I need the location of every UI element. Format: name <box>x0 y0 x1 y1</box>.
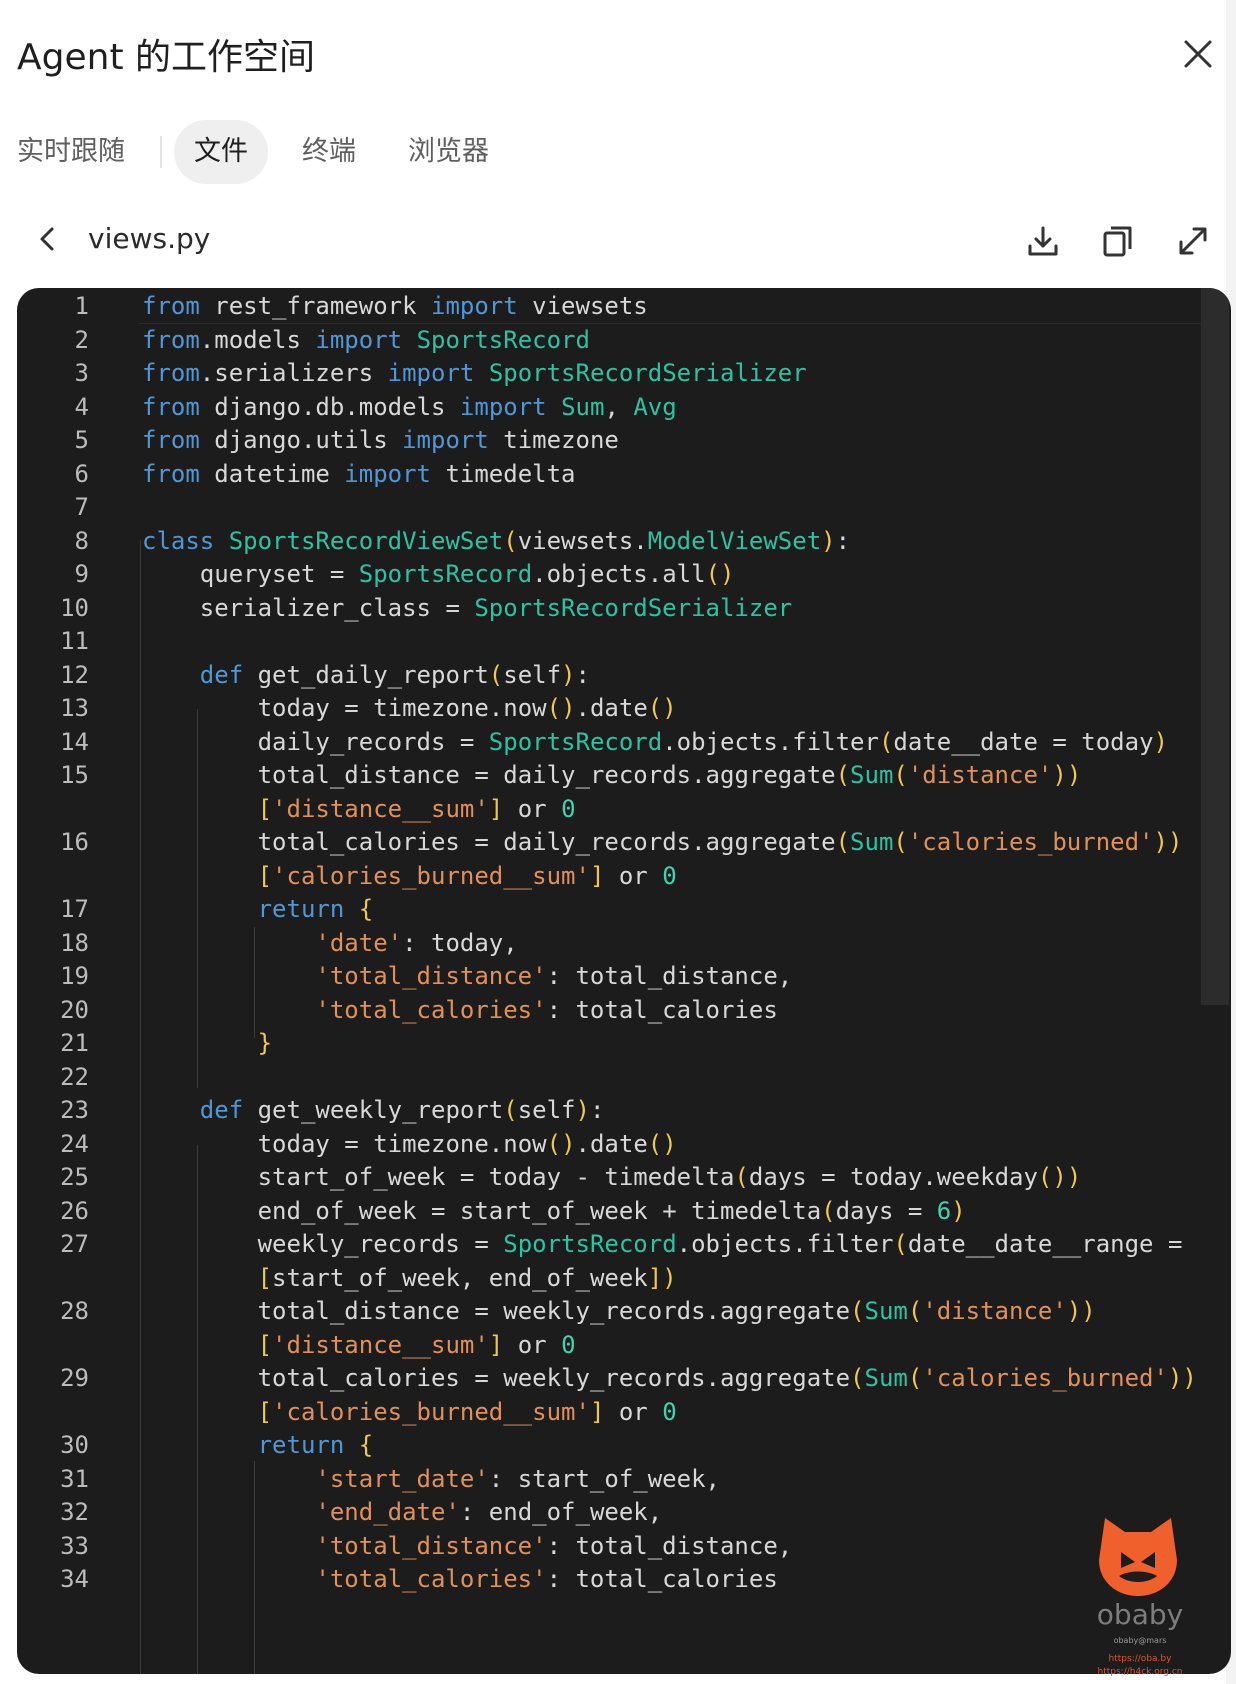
line-number: 26 <box>60 1196 89 1225</box>
line-number: 33 <box>60 1531 89 1560</box>
code-text: 'start_date': start_of_week, <box>315 1464 720 1493</box>
line-number: 22 <box>60 1062 89 1091</box>
code-text: start_of_week = today - timedelta(days =… <box>257 1163 1082 1191</box>
code-text: total_calories = daily_records.aggregate… <box>257 828 1183 856</box>
indent-guide <box>140 540 141 1674</box>
line-number: 19 <box>60 962 89 990</box>
line-number: 31 <box>60 1464 89 1493</box>
code-text: class SportsRecordViewSet(viewsets.Model… <box>142 526 851 555</box>
tab-files[interactable]: 文件 <box>174 120 268 184</box>
tab-divider <box>160 136 162 168</box>
line-number: 7 <box>74 493 89 521</box>
code-text: 'end_date': end_of_week, <box>315 1498 663 1526</box>
line-number: 21 <box>60 1029 89 1057</box>
copy-icon[interactable] <box>1099 222 1137 260</box>
line-number: 32 <box>60 1498 89 1526</box>
code-text: def get_daily_report(self): <box>199 660 590 689</box>
code-text: ['calories_burned__sum'] or 0 <box>257 861 677 890</box>
code-text: serializer_class = SportsRecordSerialize… <box>199 593 793 622</box>
code-text: return { <box>257 895 374 923</box>
code-text: } <box>257 1029 273 1057</box>
chevron-left-icon[interactable] <box>34 222 62 256</box>
line-number: 20 <box>60 995 89 1024</box>
line-number: 14 <box>60 727 89 756</box>
code-text: ['distance__sum'] or 0 <box>257 1330 576 1359</box>
code-text: from.serializers import SportsRecordSeri… <box>142 359 807 387</box>
line-number: 3 <box>74 359 89 387</box>
watermark-url-2: https://h4ck.org.cn <box>1097 1667 1183 1677</box>
line-number: 10 <box>60 593 89 622</box>
code-text: total_distance = weekly_records.aggregat… <box>257 1297 1096 1325</box>
line-number: 27 <box>60 1230 89 1258</box>
code-text: from rest_framework import viewsets <box>142 292 648 320</box>
code-text: weekly_records = SportsRecord.objects.fi… <box>257 1230 1183 1258</box>
line-number: 11 <box>60 627 89 655</box>
tab-realtime[interactable]: 实时跟随 <box>17 120 125 184</box>
download-icon[interactable] <box>1024 222 1062 260</box>
watermark: obaby obaby@mars https://oba.by https://… <box>1075 1510 1205 1680</box>
code-text: queryset = SportsRecord.objects.all() <box>199 560 735 588</box>
line-number: 29 <box>60 1364 89 1392</box>
expand-icon[interactable] <box>1174 222 1212 260</box>
code-text: from django.db.models import Sum, Avg <box>142 392 677 421</box>
line-number: 2 <box>74 325 89 354</box>
watermark-name: obaby <box>1096 1598 1184 1631</box>
watermark-url-1: https://oba.by <box>1108 1654 1172 1664</box>
line-number: 1 <box>74 292 89 320</box>
line-number: 9 <box>74 560 89 588</box>
code-text: [start_of_week, end_of_week]) <box>257 1263 677 1292</box>
code-text: ['distance__sum'] or 0 <box>257 794 576 823</box>
code-text: total_distance = daily_records.aggregate… <box>257 761 1082 789</box>
code-viewer: 1 from rest_framework import viewsets 2 fro… <box>17 288 1231 1674</box>
line-number: 12 <box>60 660 89 689</box>
code-text: def get_weekly_report(self): <box>199 1096 605 1124</box>
tab-terminal[interactable]: 终端 <box>302 120 356 184</box>
cat-logo-icon <box>1099 1518 1177 1596</box>
code-text: daily_records = SportsRecord.objects.fil… <box>257 727 1168 756</box>
line-number: 17 <box>60 895 89 923</box>
code-text: today = timezone.now().date() <box>257 694 677 722</box>
code-text: from.models import SportsRecord <box>142 325 590 354</box>
line-number: 34 <box>60 1565 89 1593</box>
close-icon[interactable] <box>1178 34 1218 74</box>
code-text: ['calories_burned__sum'] or 0 <box>257 1397 677 1426</box>
line-number: 4 <box>74 392 89 421</box>
code-text: end_of_week = start_of_week + timedelta(… <box>257 1196 966 1225</box>
watermark-sub: obaby@mars <box>1113 1636 1167 1645</box>
code-text: 'date': today, <box>315 928 518 957</box>
vertical-scrollbar[interactable] <box>1201 288 1229 1005</box>
line-number: 30 <box>60 1431 89 1459</box>
line-number: 28 <box>60 1297 89 1325</box>
line-number: 25 <box>60 1163 89 1191</box>
workspace-title: Agent 的工作空间 <box>17 37 316 78</box>
line-number: 6 <box>74 459 89 488</box>
line-number: 16 <box>60 828 89 856</box>
line-number: 23 <box>60 1096 89 1124</box>
code-text: 'total_distance': total_distance, <box>315 962 793 990</box>
line-number: 18 <box>60 928 89 957</box>
line-number: 5 <box>74 426 89 454</box>
code-text: 'total_distance': total_distance, <box>315 1531 793 1560</box>
code-text: 'total_calories': total_calories <box>315 1565 778 1593</box>
tab-browser[interactable]: 浏览器 <box>408 120 489 184</box>
file-name: views.py <box>88 222 211 255</box>
code-text: today = timezone.now().date() <box>257 1129 677 1158</box>
line-number: 24 <box>60 1129 89 1158</box>
line-number: 8 <box>74 526 89 555</box>
code-text: return { <box>257 1431 374 1459</box>
line-number: 15 <box>60 761 89 789</box>
code-text: from django.utils import timezone <box>142 426 619 454</box>
code-text: from datetime import timedelta <box>142 459 576 488</box>
code-text: 'total_calories': total_calories <box>315 995 778 1024</box>
line-number: 13 <box>60 694 89 722</box>
code-text: total_calories = weekly_records.aggregat… <box>257 1364 1197 1392</box>
